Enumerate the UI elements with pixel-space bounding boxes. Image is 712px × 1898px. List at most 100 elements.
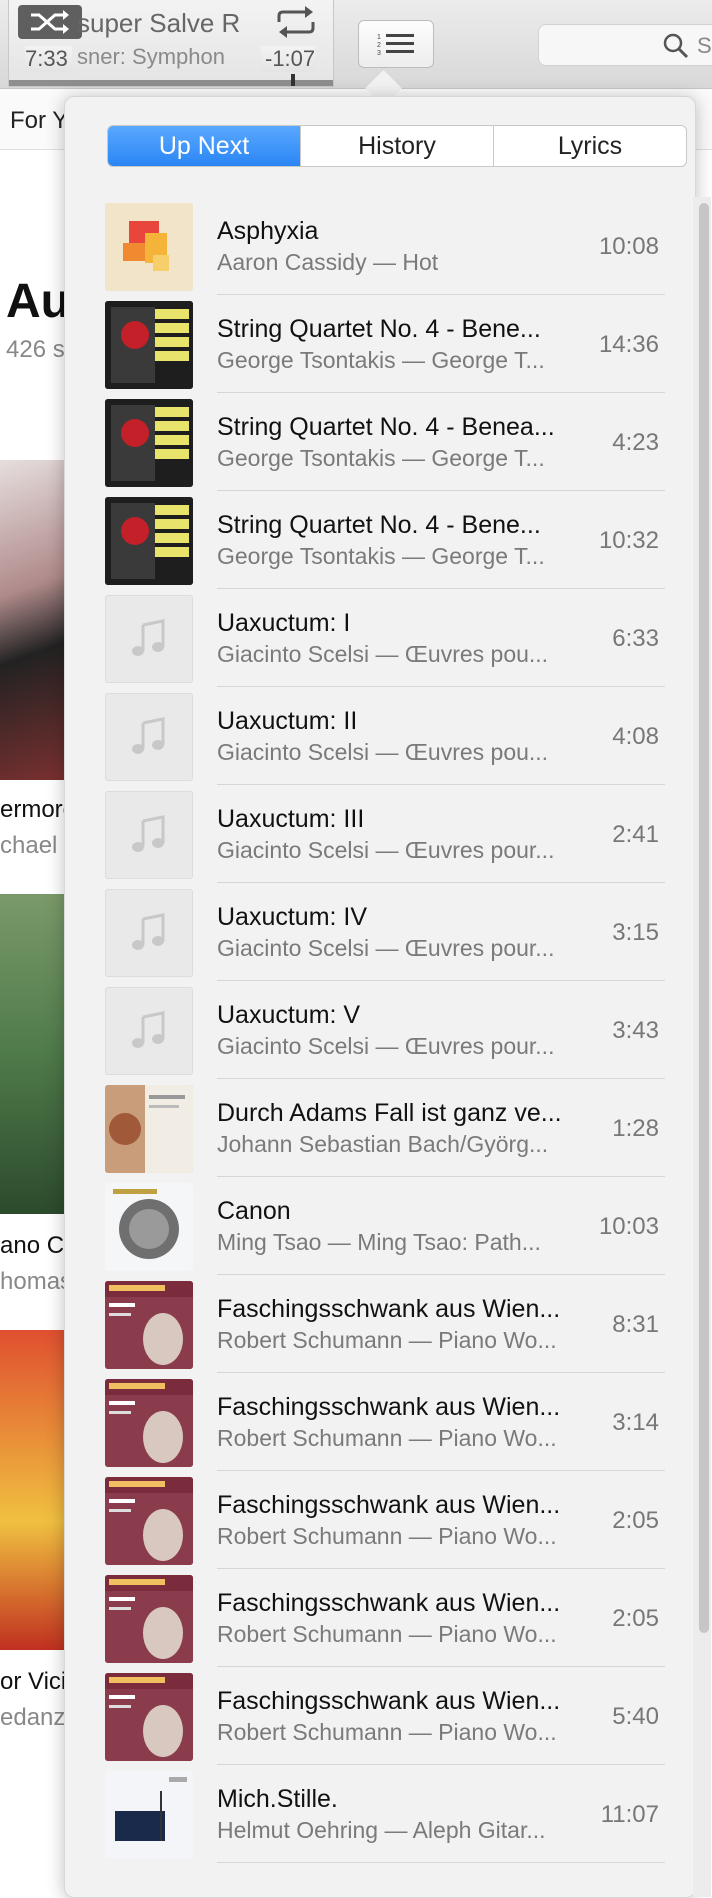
list-item[interactable]: Canon Ming Tsao — Ming Tsao: Path... 10:03 <box>105 1177 665 1275</box>
track-title: Mich.Stille. <box>217 1785 338 1813</box>
list-item[interactable]: Faschingsschwank aus Wien... Robert Schum… <box>105 1569 665 1667</box>
background-label-2: ano Con homas <box>0 1226 91 1306</box>
background-page-title: Au <box>6 275 70 328</box>
search-placeholder: S <box>697 33 712 58</box>
track-duration: 10:08 <box>598 233 659 260</box>
list-item[interactable]: Uaxuctum: II Giacinto Scelsi — Œuvres pou… <box>105 687 665 785</box>
album-art <box>105 203 193 291</box>
track-subtitle: Robert Schumann — Piano Wo... <box>217 1621 557 1647</box>
track-subtitle: George Tsontakis — George T... <box>217 543 545 569</box>
elapsed-time: 7:33 <box>25 46 72 72</box>
track-subtitle: Aaron Cassidy — Hot <box>217 249 439 275</box>
track-subtitle: Helmut Oehring — Aleph Gitar... <box>217 1817 546 1843</box>
track-title: Uaxuctum: III <box>217 805 365 833</box>
track-title: Asphyxia <box>217 217 319 245</box>
track-subtitle: Robert Schumann — Piano Wo... <box>217 1327 557 1353</box>
track-duration: 1:28 <box>612 1115 659 1142</box>
background-album-art[interactable] <box>0 894 64 1214</box>
background-label-sub: edanz <box>0 1704 66 1731</box>
album-art <box>105 1771 193 1859</box>
list-item[interactable]: String Quartet No. 4 - Benea... George Ts… <box>105 393 665 491</box>
track-title: Durch Adams Fall ist ganz ve... <box>217 1099 562 1127</box>
list-item[interactable]: String Quartet No. 4 - Bene... George Tso… <box>105 491 665 589</box>
list-item[interactable]: Faschingsschwank aus Wien... Robert Schum… <box>105 1275 665 1373</box>
background-label-title: or Vici <box>0 1668 67 1695</box>
now-playing-display[interactable]: super Salve R sner: Symphon 7:33 -1:07 <box>8 0 334 87</box>
album-art <box>105 1673 193 1761</box>
track-title: String Quartet No. 4 - Bene... <box>217 315 541 343</box>
list-item[interactable]: Durch Adams Fall ist ganz ve... Johann Se… <box>105 1079 665 1177</box>
music-note-icon <box>105 791 193 879</box>
track-subtitle: Giacinto Scelsi — Œuvres pour... <box>217 837 555 863</box>
track-subtitle: Ming Tsao — Ming Tsao: Path... <box>217 1229 541 1255</box>
background-page-subtitle: 426 s <box>6 336 65 363</box>
track-title: Faschingsschwank aus Wien... <box>217 1295 561 1323</box>
track-duration: 4:08 <box>612 723 659 750</box>
track-subtitle: George Tsontakis — George T... <box>217 347 545 373</box>
list-item[interactable]: Uaxuctum: III Giacinto Scelsi — Œuvres po… <box>105 785 665 883</box>
track-duration: 2:05 <box>612 1605 659 1632</box>
track-duration: 8:31 <box>612 1311 659 1338</box>
list-item[interactable]: Uaxuctum: V Giacinto Scelsi — Œuvres pour… <box>105 981 665 1079</box>
scrollbar[interactable] <box>699 203 709 1633</box>
track-subtitle: Giacinto Scelsi — Œuvres pour... <box>217 1033 555 1059</box>
track-duration: 6:33 <box>612 625 659 652</box>
track-subtitle: George Tsontakis — George T... <box>217 445 545 471</box>
list-item[interactable]: Uaxuctum: I Giacinto Scelsi — Œuvres pou.… <box>105 589 665 687</box>
list-item[interactable]: Faschingsschwank aus Wien... Robert Schum… <box>105 1471 665 1569</box>
music-note-icon <box>105 595 193 683</box>
list-item[interactable]: Mich.Stille. Helmut Oehring — Aleph Gitar… <box>105 1765 665 1863</box>
list-item[interactable]: Uaxuctum: IV Giacinto Scelsi — Œuvres pou… <box>105 883 665 981</box>
svg-text:2: 2 <box>377 42 381 49</box>
tab-lyrics[interactable]: Lyrics <box>493 126 686 166</box>
track-duration: 10:32 <box>598 527 659 554</box>
background-album-art[interactable] <box>0 460 64 780</box>
track-duration: 11:07 <box>600 1801 659 1828</box>
repeat-icon[interactable] <box>273 4 319 40</box>
track-title: Uaxuctum: V <box>217 1001 361 1029</box>
background-label-1: ermore chael <box>0 790 76 870</box>
tab-up-next[interactable]: Up Next <box>108 126 300 166</box>
album-art <box>105 1281 193 1369</box>
track-duration: 14:36 <box>598 331 659 358</box>
track-duration: 4:23 <box>612 429 659 456</box>
progress-bar[interactable] <box>9 80 333 86</box>
track-title: Faschingsschwank aus Wien... <box>217 1687 561 1715</box>
album-art <box>105 1477 193 1565</box>
svg-text:3: 3 <box>377 50 381 57</box>
list-item[interactable]: Faschingsschwank aus Wien... Robert Schum… <box>105 1373 665 1471</box>
now-playing-title: super Salve R <box>77 8 241 38</box>
list-item[interactable]: Asphyxia Aaron Cassidy — Hot 10:08 <box>105 197 665 295</box>
track-subtitle: Robert Schumann — Piano Wo... <box>217 1719 557 1745</box>
track-duration: 2:05 <box>612 1507 659 1534</box>
track-duration: 5:40 <box>612 1703 659 1730</box>
track-title: Canon <box>217 1197 291 1225</box>
list-item[interactable]: String Quartet No. 4 - Bene... George Tso… <box>105 295 665 393</box>
background-album-art[interactable] <box>0 1330 64 1650</box>
track-duration: 3:14 <box>612 1409 659 1436</box>
track-title: Faschingsschwank aus Wien... <box>217 1589 561 1617</box>
track-title: Faschingsschwank aus Wien... <box>217 1491 561 1519</box>
remaining-time: -1:07 <box>261 46 316 72</box>
album-art <box>105 1183 193 1271</box>
progress-knob[interactable] <box>291 74 295 86</box>
shuffle-button[interactable] <box>18 5 82 39</box>
up-next-list: Asphyxia Aaron Cassidy — Hot 10:08 String Q… <box>105 197 665 1863</box>
track-subtitle: Johann Sebastian Bach/Györg... <box>217 1131 549 1157</box>
album-art <box>105 301 193 389</box>
music-note-icon <box>105 987 193 1075</box>
up-next-button[interactable]: 1 2 3 <box>358 20 434 68</box>
list-item[interactable]: Faschingsschwank aus Wien... Robert Schum… <box>105 1667 665 1765</box>
track-title: Uaxuctum: II <box>217 707 358 735</box>
track-duration: 2:41 <box>612 821 659 848</box>
background-label-sub: chael <box>0 832 58 859</box>
track-duration: 3:43 <box>612 1017 659 1044</box>
track-subtitle: Robert Schumann — Piano Wo... <box>217 1523 557 1549</box>
search-field[interactable]: S <box>538 24 712 66</box>
track-title: Uaxuctum: I <box>217 609 351 637</box>
track-subtitle: Giacinto Scelsi — Œuvres pour... <box>217 935 555 961</box>
tab-history[interactable]: History <box>300 126 493 166</box>
track-title: Uaxuctum: IV <box>217 903 368 931</box>
music-note-icon <box>105 889 193 977</box>
album-art <box>105 1379 193 1467</box>
